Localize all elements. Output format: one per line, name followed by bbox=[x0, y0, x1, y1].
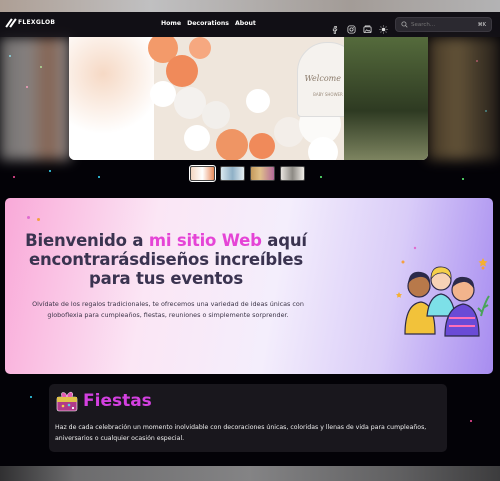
carousel-thumbnails bbox=[189, 165, 305, 182]
sparkle bbox=[27, 216, 30, 219]
facebook-icon[interactable] bbox=[331, 19, 340, 34]
welcome-banner: Bienvenido a mi sitio Web aquí encontrar… bbox=[5, 198, 493, 374]
star-dot bbox=[13, 176, 15, 178]
balloon bbox=[202, 101, 230, 129]
nav-link-decorations[interactable]: Decorations bbox=[187, 20, 229, 27]
thumbnail-1[interactable] bbox=[189, 165, 216, 182]
balloon bbox=[189, 37, 211, 59]
nav-link-about[interactable]: About bbox=[235, 20, 256, 27]
nav-link-home[interactable]: Home bbox=[161, 20, 181, 27]
thumbnail-2[interactable] bbox=[220, 166, 245, 181]
balloon bbox=[184, 125, 210, 151]
party-gift-icon bbox=[56, 391, 78, 412]
instagram-icon[interactable] bbox=[347, 19, 356, 34]
navbar: FLEXGLOB Home Decorations About ⌘K bbox=[0, 12, 500, 37]
welcome-description: Olvídate de los regalos tradicionales, t… bbox=[32, 300, 304, 319]
logo-icon bbox=[6, 18, 15, 27]
search-shortcut: ⌘K bbox=[477, 22, 486, 28]
thumbnail-3[interactable] bbox=[250, 166, 275, 181]
fiestas-title: Fiestas bbox=[83, 391, 152, 411]
star-dot bbox=[49, 170, 51, 172]
title-highlight: mi sitio Web bbox=[148, 231, 262, 250]
fiestas-card: Fiestas Haz de cada celebración un momen… bbox=[49, 384, 447, 452]
star-dot bbox=[98, 176, 100, 178]
friends-illustration bbox=[396, 246, 490, 337]
social-icons bbox=[331, 19, 388, 34]
gallery-icon[interactable] bbox=[363, 19, 372, 34]
balloon bbox=[246, 89, 270, 113]
nav-links: Home Decorations About bbox=[161, 20, 256, 27]
title-part-1: Bienvenido a bbox=[25, 231, 149, 250]
top-image-fade bbox=[0, 0, 500, 12]
star-dot bbox=[462, 178, 464, 180]
search-icon bbox=[401, 21, 408, 28]
theme-toggle-icon[interactable] bbox=[379, 19, 388, 34]
balloon bbox=[249, 133, 275, 159]
carousel-prev-preview[interactable] bbox=[0, 37, 70, 160]
balloon bbox=[166, 55, 198, 87]
hero-image-balloons: Welcome to BABY SHOWER bbox=[148, 37, 359, 160]
next-section-preview bbox=[0, 466, 500, 481]
thumbnail-4[interactable] bbox=[280, 166, 305, 181]
search-box[interactable]: ⌘K bbox=[395, 17, 492, 32]
page: Welcome to BABY SHOWER FLEXGLOB Home Dec… bbox=[0, 0, 500, 481]
balloon bbox=[308, 137, 338, 160]
search-input[interactable] bbox=[411, 21, 473, 28]
balloon bbox=[150, 81, 176, 107]
star-dot bbox=[470, 420, 472, 422]
logo[interactable]: FLEXGLOB bbox=[6, 18, 55, 27]
star-dot bbox=[320, 176, 322, 178]
fiestas-description: Haz de cada celebración un momento inolv… bbox=[55, 424, 427, 442]
hero-image-left-panel bbox=[69, 37, 154, 160]
hero-image-plants bbox=[344, 37, 428, 160]
sparkle bbox=[37, 218, 40, 221]
hero-carousel-image: Welcome to BABY SHOWER bbox=[69, 37, 428, 160]
star-dot bbox=[30, 396, 32, 398]
welcome-title: Bienvenido a mi sitio Web aquí encontrar… bbox=[21, 231, 311, 288]
carousel-next-preview[interactable] bbox=[428, 37, 500, 160]
balloon bbox=[216, 129, 248, 160]
logo-text: FLEXGLOB bbox=[18, 19, 56, 26]
